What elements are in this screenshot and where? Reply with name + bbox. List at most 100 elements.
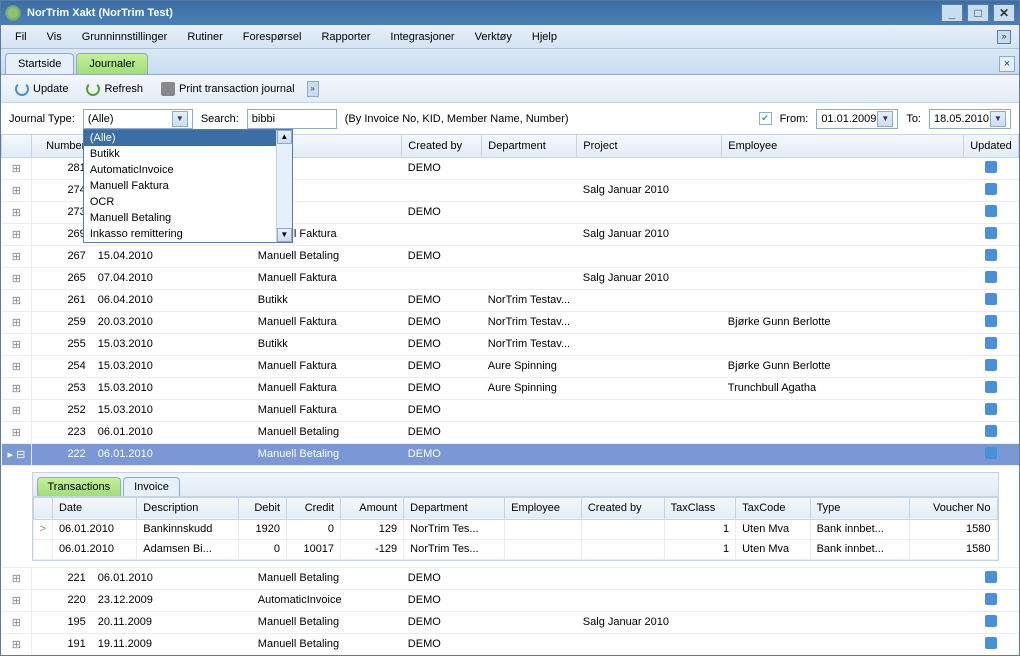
detail-grid[interactable]: DateDescriptionDebitCreditAmountDepartme… [33,497,998,560]
expand-toggle[interactable]: ⊞ [2,289,32,311]
detail-col[interactable]: Created by [581,497,664,519]
detail-col[interactable]: TaxClass [664,497,735,519]
table-row[interactable]: ▸ ⊟22206.01.2010Manuell BetalingDEMO [2,443,1019,465]
scroll-up-icon[interactable]: ▲ [277,130,292,144]
menu-fil[interactable]: Fil [9,29,33,45]
detail-col[interactable]: Date [52,497,136,519]
from-checkbox[interactable]: ✔ [759,112,772,125]
journal-type-dropdown[interactable]: (Alle) ▼ [83,109,193,129]
expand-toggle[interactable]: ⊞ [2,245,32,267]
col-project[interactable]: Project [577,135,722,157]
expand-toggle[interactable]: ⊞ [2,589,32,611]
table-row[interactable]: ⊞26106.04.2010ButikkDEMONorTrim Testav..… [2,289,1019,311]
expand-toggle[interactable]: ⊞ [2,399,32,421]
cell-department [482,267,577,289]
table-row[interactable]: ⊞25415.03.2010Manuell FakturaDEMOAure Sp… [2,355,1019,377]
dropdown-option-manuell-faktura[interactable]: Manuell Faktura [84,178,292,194]
col-employee[interactable]: Employee [722,135,964,157]
col-created-by[interactable]: Created by [402,135,482,157]
detail-col[interactable]: Amount [341,497,404,519]
tab-invoice[interactable]: Invoice [123,477,180,496]
tab-journaler[interactable]: Journaler [76,53,148,74]
scroll-down-icon[interactable]: ▼ [277,228,292,242]
expand-toggle[interactable]: ⊞ [2,421,32,443]
detail-col[interactable]: Department [404,497,505,519]
detail-col[interactable]: TaxCode [736,497,810,519]
expand-toggle[interactable]: ⊞ [2,267,32,289]
update-button[interactable]: Update [9,80,74,98]
table-row[interactable]: ⊞19520.11.2009Manuell BetalingDEMOSalg J… [2,611,1019,633]
expand-toggle[interactable]: ⊞ [2,157,32,179]
menubar-more-icon[interactable]: » [997,30,1011,44]
table-row[interactable]: ⊞25920.03.2010Manuell FakturaDEMONorTrim… [2,311,1019,333]
to-date-input[interactable]: 18.05.2010▼ [929,109,1011,129]
tab-transactions[interactable]: Transactions [37,477,122,496]
table-row[interactable]: ⊞25515.03.2010ButikkDEMONorTrim Testav..… [2,333,1019,355]
print-button[interactable]: Print transaction journal [155,80,301,98]
maximize-button[interactable]: □ [967,4,989,22]
table-row[interactable]: ⊞22106.01.2010Manuell BetalingDEMO [2,567,1019,589]
table-row[interactable]: ⊞19119.11.2009Manuell BetalingDEMO [2,633,1019,655]
expand-toggle[interactable]: ⊞ [2,355,32,377]
menu-grunninnstillinger[interactable]: Grunninnstillinger [76,29,174,45]
table-row[interactable]: ⊞26507.04.2010Manuell FakturaSalg Januar… [2,267,1019,289]
from-date-input[interactable]: 01.01.2009▼ [816,109,898,129]
detail-table-row[interactable]: >06.01.2010Bankinnskudd19200129NorTrim T… [33,519,997,539]
cell-number: 261 [32,289,92,311]
search-input[interactable] [247,109,337,129]
cell-updated [964,267,1019,289]
table-row[interactable]: ⊞26715.04.2010Manuell BetalingDEMO [2,245,1019,267]
menu-vis[interactable]: Vis [41,29,68,45]
expand-toggle[interactable]: ⊞ [2,223,32,245]
cell-employee [722,289,964,311]
expand-toggle[interactable]: ⊞ [2,567,32,589]
toolbar-more-icon[interactable]: » [307,81,319,97]
table-row[interactable]: ⊞22306.01.2010Manuell BetalingDEMO [2,421,1019,443]
expand-toggle[interactable]: ⊞ [2,179,32,201]
detail-col[interactable]: Voucher No [910,497,997,519]
updated-icon [985,337,997,349]
expand-toggle[interactable]: ▸ ⊟ [2,443,32,465]
detail-col[interactable]: Description [137,497,239,519]
minimize-button[interactable]: _ [941,4,963,22]
cell-updated [964,311,1019,333]
col-updated[interactable]: Updated [964,135,1019,157]
col-department[interactable]: Department [482,135,577,157]
dropdown-scrollbar[interactable]: ▲ ▼ [276,130,292,242]
detail-col[interactable]: Employee [505,497,582,519]
table-row[interactable]: ⊞25315.03.2010Manuell FakturaDEMOAure Sp… [2,377,1019,399]
menu-integrasjoner[interactable]: Integrasjoner [384,29,460,45]
detail-col[interactable]: Credit [287,497,341,519]
detail-col[interactable]: Type [810,497,910,519]
detail-col[interactable]: Debit [239,497,287,519]
menu-verktoy[interactable]: Verktøy [469,29,518,45]
tab-close-button[interactable]: × [999,56,1015,72]
table-row[interactable]: ⊞25215.03.2010Manuell FakturaDEMO [2,399,1019,421]
expand-toggle[interactable]: ⊞ [2,333,32,355]
dcell-type: Bank innbet... [810,539,910,559]
expand-toggle[interactable]: ⊞ [2,201,32,223]
close-button[interactable]: ✕ [993,4,1015,22]
refresh-button[interactable]: Refresh [80,80,149,98]
dropdown-option-inkasso[interactable]: Inkasso remittering [84,226,292,242]
cell-project [577,443,722,465]
cell-updated [964,421,1019,443]
tab-startside[interactable]: Startside [5,53,74,74]
menu-rapporter[interactable]: Rapporter [315,29,376,45]
menu-hjelp[interactable]: Hjelp [526,29,563,45]
dropdown-option-automaticinvoice[interactable]: AutomaticInvoice [84,162,292,178]
dropdown-option-alle[interactable]: (Alle) [84,130,292,146]
expand-toggle[interactable]: ⊞ [2,377,32,399]
cell-number: 259 [32,311,92,333]
dropdown-option-ocr[interactable]: OCR [84,194,292,210]
dropdown-option-butikk[interactable]: Butikk [84,146,292,162]
detail-table-row[interactable]: 06.01.2010Adamsen Bi...010017-129NorTrim… [33,539,997,559]
menu-rutiner[interactable]: Rutiner [181,29,228,45]
expand-toggle[interactable]: ⊞ [2,633,32,655]
cell-department [482,611,577,633]
expand-toggle[interactable]: ⊞ [2,611,32,633]
menu-foresporsel[interactable]: Forespørsel [237,29,308,45]
table-row[interactable]: ⊞22023.12.2009AutomaticInvoiceDEMO [2,589,1019,611]
expand-toggle[interactable]: ⊞ [2,311,32,333]
dropdown-option-manuell-betaling[interactable]: Manuell Betaling [84,210,292,226]
